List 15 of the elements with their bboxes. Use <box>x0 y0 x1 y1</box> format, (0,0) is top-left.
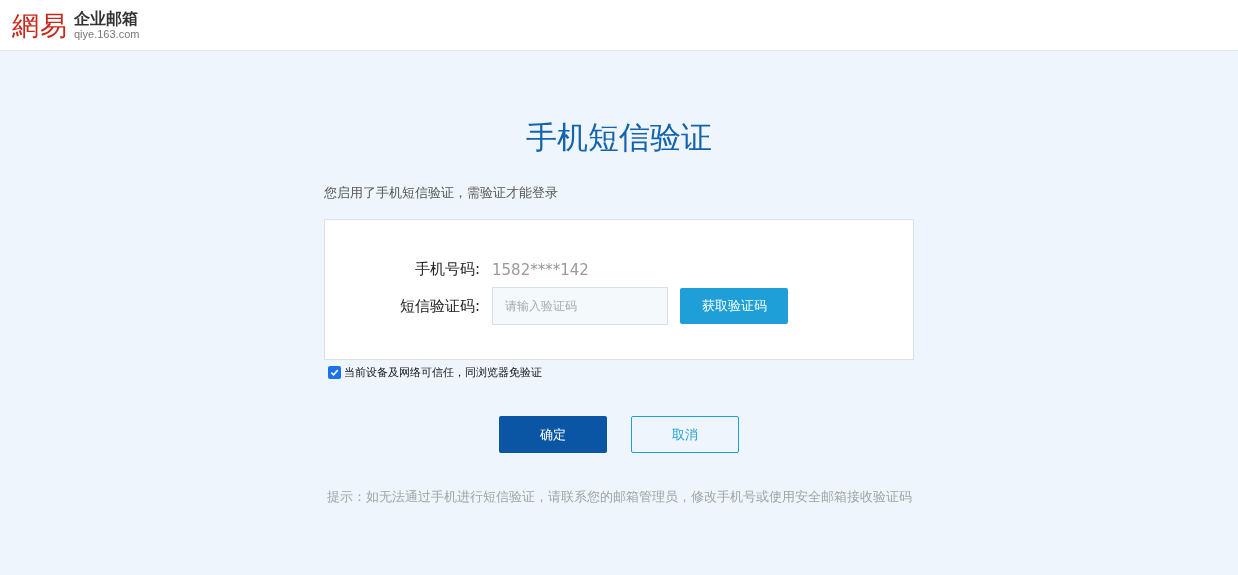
domain-text: qiye.163.com <box>74 28 140 40</box>
cancel-button[interactable]: 取消 <box>631 416 739 453</box>
hint-text: 提示：如无法通过手机进行短信验证，请联系您的邮箱管理员，修改手机号或使用安全邮箱接收验证码 <box>326 489 912 506</box>
page-title: 手机短信验证 <box>525 118 713 157</box>
trust-label: 当前设备及网络可信任，同浏览器免验证 <box>344 365 542 380</box>
product-name: 企业邮箱 <box>74 10 139 27</box>
code-input-field[interactable]: 请输入验证码 <box>492 287 668 325</box>
code-label: 短信验证码: <box>398 296 480 316</box>
trust-checkbox[interactable] <box>328 366 341 379</box>
phone-label: 手机号码: <box>413 260 480 279</box>
subtitle-text: 您启用了手机短信验证，需验证才能登录 <box>324 185 559 202</box>
confirm-button[interactable]: 确定 <box>499 416 607 453</box>
logo-mark: 網易 <box>12 11 68 39</box>
phone-number: 1582****142 <box>492 260 590 279</box>
get-code-button[interactable]: 获取验证码 <box>680 288 788 324</box>
